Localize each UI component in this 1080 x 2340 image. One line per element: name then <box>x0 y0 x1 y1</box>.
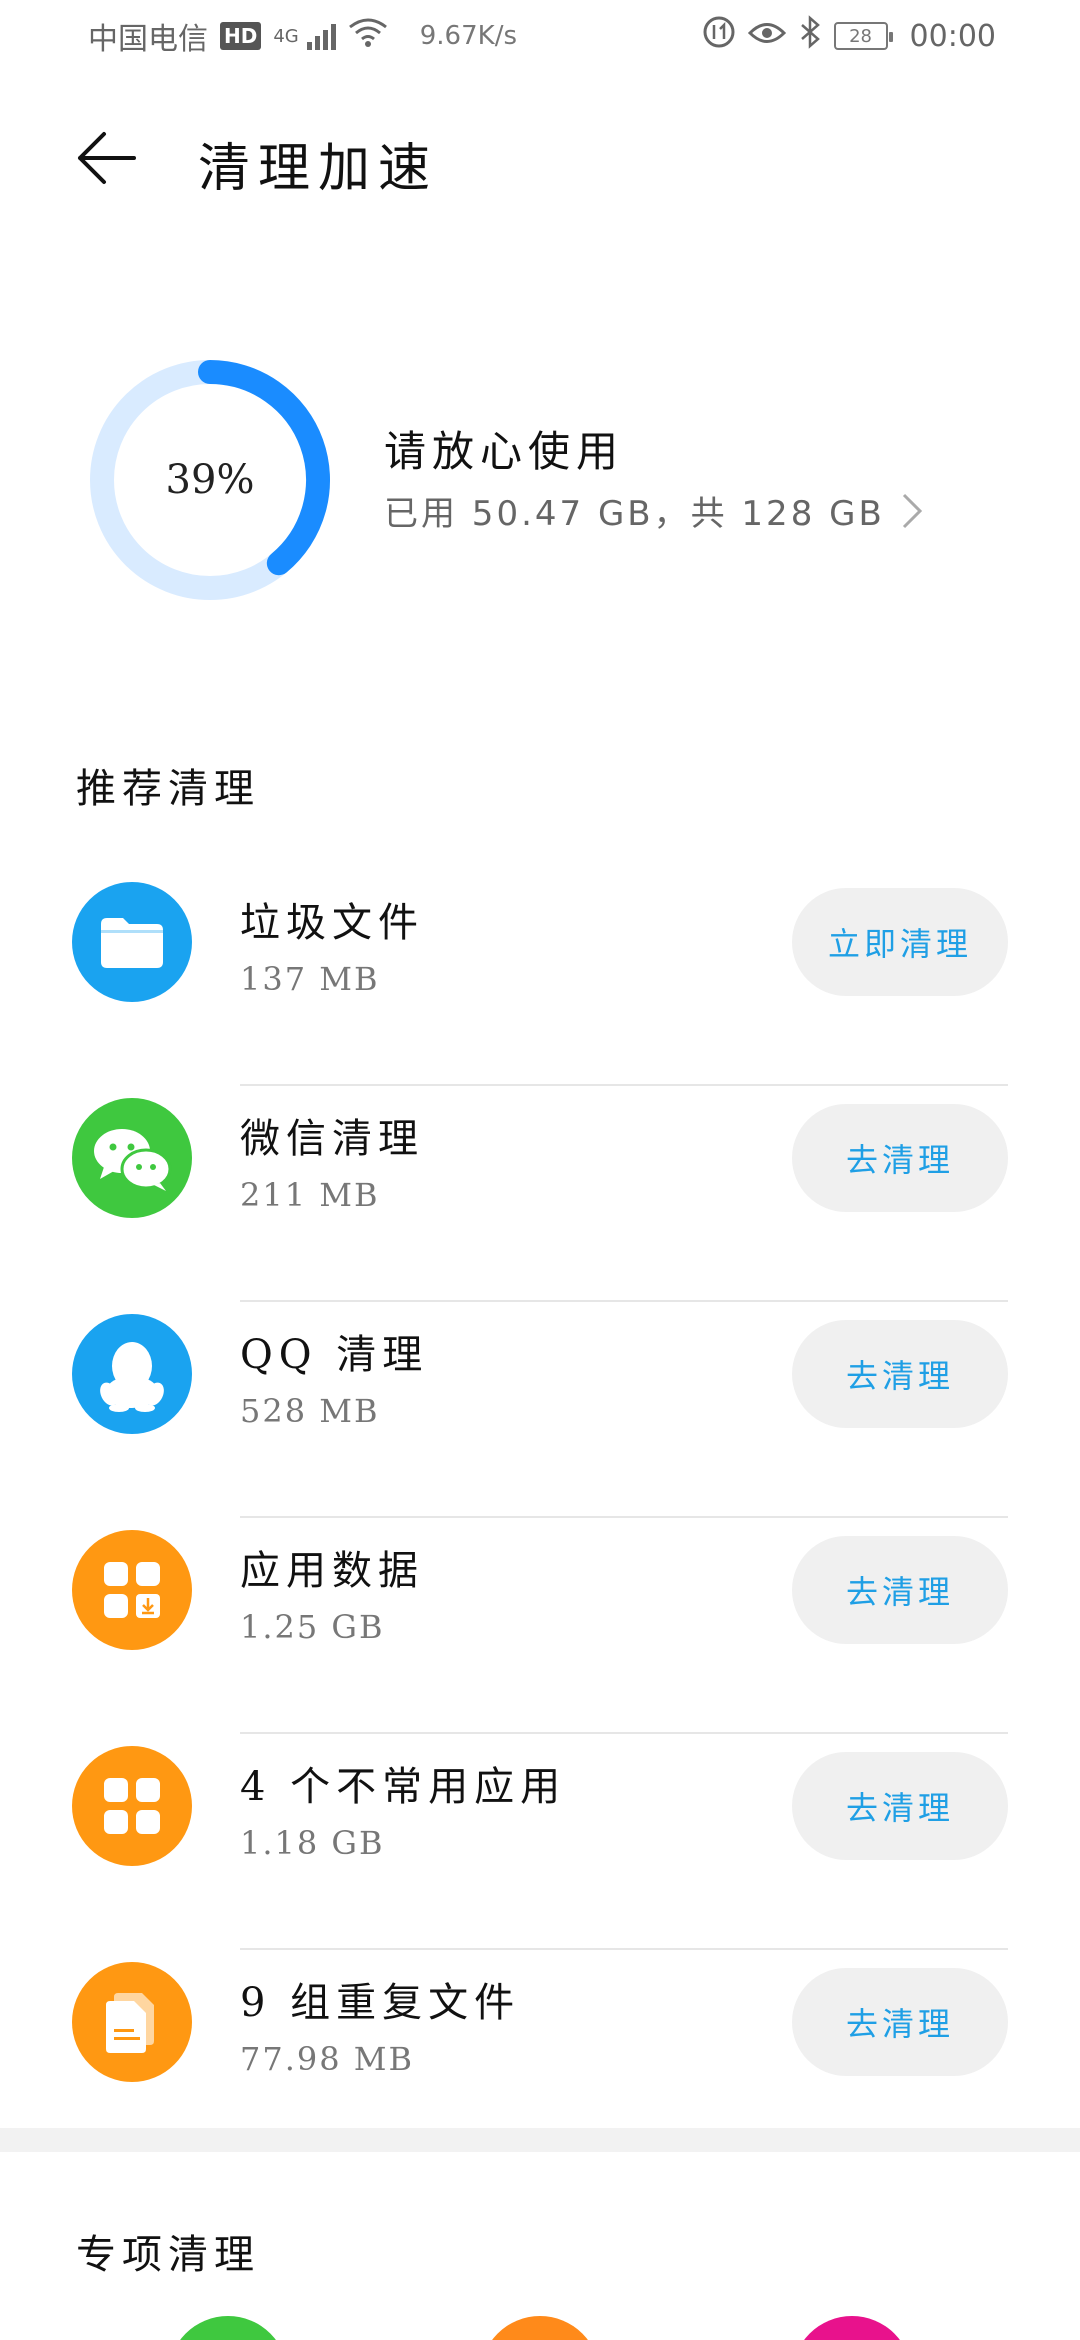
eye-icon <box>747 19 786 54</box>
duplicate-files-icon <box>72 1962 192 2082</box>
recommended-list: 垃圾文件 137 MB 立即清理 微信清理 211 MB 去清理 QQ 清理 5… <box>0 870 1080 2166</box>
network-type: 4G <box>273 25 299 47</box>
page-title: 清理加速 <box>198 139 439 199</box>
storage-usage-link[interactable]: 已用 50.47 GB，共 128 GB <box>384 486 923 535</box>
bluetooth-icon <box>798 15 822 57</box>
signal-icon <box>306 22 336 50</box>
item-size: 77.98 MB <box>240 2040 415 2078</box>
status-right: 28 00:00 <box>702 15 996 57</box>
recommended-header: 推荐清理 <box>76 766 260 812</box>
item-name: 9 组重复文件 <box>240 1980 521 2026</box>
storage-usage-text: 已用 50.47 GB，共 128 GB <box>384 494 885 534</box>
status-bar: 中国电信 HD 4G 9.67K/s 28 00:00 <box>0 0 1080 72</box>
list-item: 垃圾文件 137 MB 立即清理 <box>0 870 1080 1086</box>
storage-headline: 请放心使用 <box>384 427 625 476</box>
storage-summary: 39% 请放心使用 已用 50.47 GB，共 128 GB <box>0 350 1080 610</box>
special-item-icon-pink[interactable] <box>792 2316 912 2340</box>
item-name: 应用数据 <box>240 1548 424 1594</box>
special-item-icon-green[interactable] <box>168 2316 288 2340</box>
special-item-icon-orange[interactable] <box>480 2316 600 2340</box>
list-item: 4 个不常用应用 1.18 GB 去清理 <box>0 1734 1080 1950</box>
special-header: 专项清理 <box>76 2232 260 2278</box>
item-name: 微信清理 <box>240 1116 424 1162</box>
item-size: 1.25 GB <box>240 1608 385 1646</box>
item-name: QQ 清理 <box>240 1332 429 1378</box>
app-data-icon <box>72 1530 192 1650</box>
folder-icon <box>72 882 192 1002</box>
section-separator <box>0 2128 1080 2152</box>
back-arrow-icon <box>78 132 136 184</box>
app-bar: 清理加速 <box>0 100 1080 212</box>
carrier-label: 中国电信 <box>88 22 208 57</box>
item-size: 211 MB <box>240 1176 380 1214</box>
data-saver-icon <box>702 15 736 57</box>
wifi-icon <box>348 17 388 55</box>
item-size: 528 MB <box>240 1392 380 1430</box>
hd-badge: HD <box>220 22 262 50</box>
item-name: 垃圾文件 <box>240 900 424 946</box>
battery-icon: 28 <box>833 22 893 50</box>
qq-penguin-icon <box>72 1314 192 1434</box>
chevron-right-icon <box>902 493 922 528</box>
item-name: 4 个不常用应用 <box>240 1764 567 1810</box>
go-clean-button[interactable]: 去清理 <box>792 1968 1008 2076</box>
wechat-icon <box>72 1098 192 1218</box>
item-size: 1.18 GB <box>240 1824 385 1862</box>
storage-percent: 39% <box>165 457 255 503</box>
network-speed: 9.67K/s <box>419 21 517 51</box>
clean-now-button[interactable]: 立即清理 <box>792 888 1008 996</box>
go-clean-button[interactable]: 去清理 <box>792 1104 1008 1212</box>
clock: 00:00 <box>909 18 996 54</box>
status-left: 中国电信 HD 4G 9.67K/s <box>88 14 517 58</box>
battery-level: 28 <box>849 25 872 47</box>
list-item: 应用数据 1.25 GB 去清理 <box>0 1518 1080 1734</box>
back-button[interactable] <box>72 124 140 192</box>
list-item: 微信清理 211 MB 去清理 <box>0 1086 1080 1302</box>
go-clean-button[interactable]: 去清理 <box>792 1752 1008 1860</box>
go-clean-button[interactable]: 去清理 <box>792 1536 1008 1644</box>
list-item: QQ 清理 528 MB 去清理 <box>0 1302 1080 1518</box>
go-clean-button[interactable]: 去清理 <box>792 1320 1008 1428</box>
apps-grid-icon <box>72 1746 192 1866</box>
item-size: 137 MB <box>240 960 380 998</box>
